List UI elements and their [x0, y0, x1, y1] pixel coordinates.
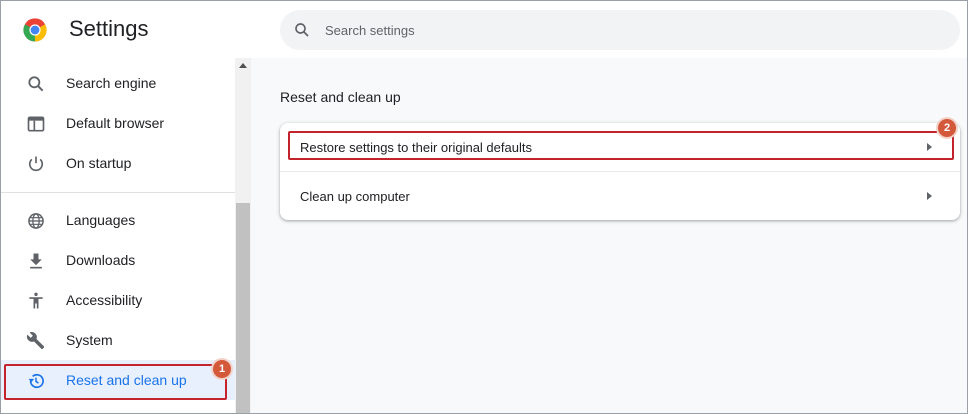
- settings-window: Settings Search engine Default browser: [0, 0, 968, 414]
- step-badge-2: 2: [938, 119, 956, 137]
- step-badge-1: 1: [213, 360, 231, 378]
- sidebar-item-reset-and-clean-up[interactable]: Reset and clean up: [1, 360, 235, 400]
- download-icon: [30, 253, 42, 269]
- browser-window-icon: [27, 116, 45, 132]
- sidebar-item-label: System: [66, 332, 113, 348]
- sidebar-item-on-startup[interactable]: On startup: [1, 143, 235, 183]
- sidebar-item-downloads[interactable]: Downloads: [1, 240, 235, 280]
- restore-defaults-row[interactable]: Restore settings to their original defau…: [280, 123, 960, 171]
- sidebar-item-label: On startup: [66, 155, 132, 171]
- sidebar: Search engine Default browser On startup: [1, 58, 235, 413]
- sidebar-item-label: Downloads: [66, 252, 136, 268]
- wrench-icon: [26, 332, 45, 350]
- arrow-right-icon: [927, 143, 932, 151]
- sidebar-item-system[interactable]: System: [1, 320, 235, 360]
- sidebar-item-label: Accessibility: [66, 292, 143, 308]
- sidebar-item-languages[interactable]: Languages: [1, 200, 235, 240]
- sidebar-item-search-engine[interactable]: Search engine: [1, 63, 235, 103]
- sidebar-item-accessibility[interactable]: Accessibility: [1, 280, 235, 320]
- clean-up-computer-row[interactable]: Clean up computer: [280, 171, 960, 219]
- accessibility-icon: [29, 292, 43, 309]
- sidebar-item-label: Search engine: [66, 75, 157, 91]
- section-title: Reset and clean up: [280, 89, 401, 105]
- arrow-right-icon: [927, 192, 932, 200]
- sidebar-scrollbar[interactable]: [235, 58, 251, 413]
- search-bar[interactable]: [280, 10, 960, 50]
- sidebar-item-label: Reset and clean up: [66, 372, 187, 388]
- row-label: Clean up computer: [300, 189, 410, 204]
- sidebar-item-default-browser[interactable]: Default browser: [1, 103, 235, 143]
- header-bar: Settings: [1, 1, 967, 58]
- power-icon: [28, 156, 44, 172]
- reset-card: Restore settings to their original defau…: [280, 123, 960, 220]
- page-title: Settings: [69, 16, 149, 41]
- row-label: Restore settings to their original defau…: [300, 140, 532, 155]
- search-input[interactable]: [325, 10, 945, 50]
- sidebar-divider: [1, 192, 235, 193]
- scroll-up-arrow-icon[interactable]: [239, 63, 247, 68]
- sidebar-item-label: Default browser: [66, 115, 165, 131]
- scrollbar-thumb[interactable]: [236, 203, 250, 413]
- search-icon: [28, 76, 44, 92]
- globe-icon: [28, 213, 44, 229]
- restore-icon: [28, 373, 44, 389]
- search-icon: [295, 23, 309, 37]
- sidebar-item-label: Languages: [66, 212, 136, 228]
- chrome-logo-icon: [23, 18, 47, 42]
